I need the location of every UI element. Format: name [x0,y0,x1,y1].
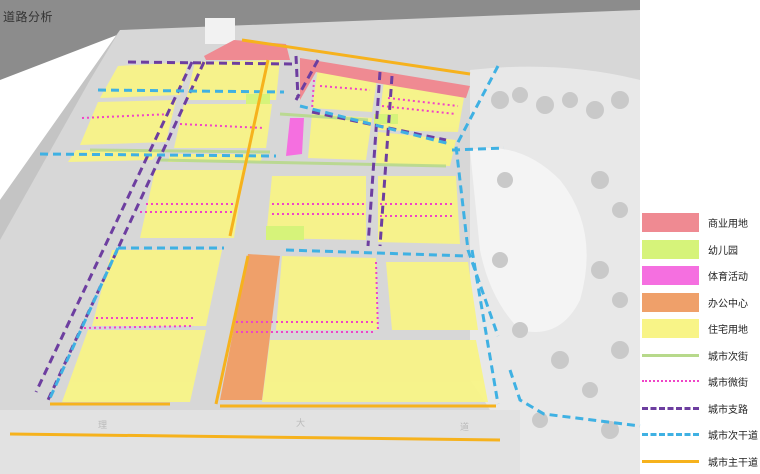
foreground-ground [0,410,520,474]
legend-item-city-main-arterial: 城市主干道 [638,449,760,473]
legend-swatch [642,319,699,338]
ground-text: 大 [296,417,305,429]
page-title: 道路分析 [3,10,54,24]
legend-label: 城市支路 [708,404,748,416]
legend-item-office: 办公中心 [638,290,760,314]
ground-text: 理 [98,420,107,431]
legend-item-kindergarten: 幼儿园 [638,237,760,261]
legend-label: 幼儿园 [708,245,738,257]
legend-line-sample [642,406,699,410]
legend-label: 城市次干道 [708,431,758,442]
legend-item-commercial: 商业用地 [638,210,760,234]
legend-label: 体育活动 [708,272,748,283]
legend: 商业用地幼儿园体育活动办公中心住宅用地城市次街城市微街城市支路城市次干道城市主干… [638,210,760,474]
legend-label: 城市主干道 [708,457,758,469]
legend-label: 住宅用地 [708,325,748,336]
legend-label: 办公中心 [708,298,748,310]
legend-line-sample [642,433,699,436]
legend-item-city-micro-street: 城市微街 [638,369,760,393]
legend-item-sports: 体育活动 [638,263,760,287]
legend-swatch [642,239,699,259]
legend-line-sample [642,380,699,382]
legend-item-city-secondary-arterial: 城市次干道 [638,422,760,446]
legend-swatch [642,266,699,285]
tower-building [205,18,235,44]
legend-item-city-secondary-street: 城市次街 [638,343,760,367]
legend-label: 城市次街 [708,351,748,363]
legend-swatch [642,213,699,232]
ground-text: 道 [460,421,469,433]
legend-swatch [642,292,699,312]
legend-line-sample [642,353,699,357]
legend-label: 城市微街 [708,378,748,389]
legend-line-sample [642,459,699,463]
legend-item-residential: 住宅用地 [638,316,760,340]
legend-item-city-branch-road: 城市支路 [638,396,760,420]
legend-label: 商业用地 [708,219,748,230]
